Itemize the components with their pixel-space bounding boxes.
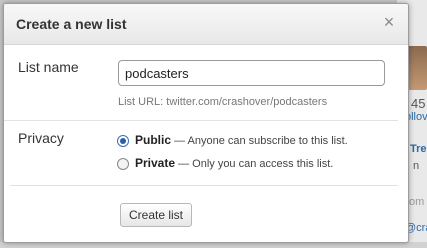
private-radio[interactable] [117,158,129,170]
divider-2 [10,185,398,186]
create-list-dialog: Create a new list × List name List URL: … [3,3,409,243]
privacy-option-private[interactable]: Private — Only you can access this list. [117,156,333,170]
divider [4,120,398,121]
private-option-description: — Only you can access this list. [175,158,334,170]
list-name-input[interactable] [118,60,385,86]
private-option-title: Private [135,156,176,170]
dialog-title: Create a new list [16,16,127,32]
list-name-label: List name [18,59,79,75]
privacy-option-public[interactable]: Public — Anyone can subscribe to this li… [117,133,348,147]
background-trend-link: Tre [410,143,427,155]
public-radio[interactable] [117,135,129,147]
close-icon[interactable]: × [380,13,398,31]
create-list-button[interactable]: Create list [120,203,193,227]
list-url-text: List URL: twitter.com/crashover/podcaste… [118,96,328,108]
public-option-description: — Anyone can subscribe to this list. [171,135,348,147]
background-text-2: om [409,196,425,208]
privacy-label: Privacy [18,130,64,146]
background-count: 45 [411,96,426,111]
public-option-title: Public [135,133,172,147]
dialog-titlebar: Create a new list × [4,4,408,45]
background-text: n [413,160,420,172]
